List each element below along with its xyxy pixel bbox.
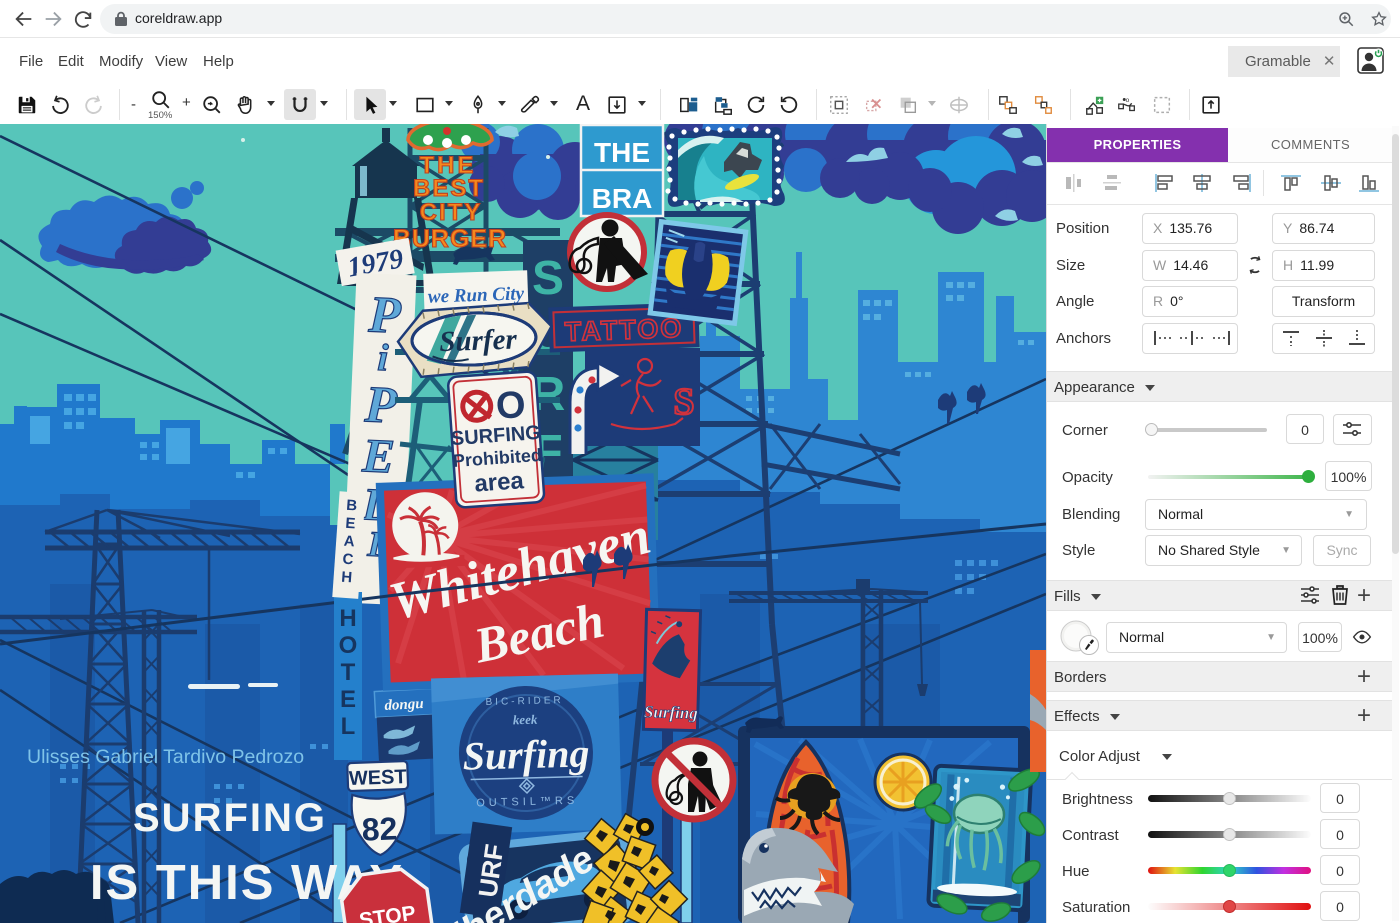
svg-text:Surfing: Surfing: [644, 702, 699, 722]
svg-text:BEST: BEST: [413, 175, 485, 202]
svg-text:E: E: [345, 515, 356, 533]
svg-text:C: C: [342, 551, 354, 569]
svg-text:BRA: BRA: [592, 183, 653, 214]
svg-text:dongu: dongu: [384, 696, 424, 714]
svg-text:Surfing: Surfing: [462, 730, 590, 778]
svg-text:P: P: [363, 376, 399, 434]
svg-text:Ulisses Gabriel Tardivo Pedroz: Ulisses Gabriel Tardivo Pedrozo: [27, 746, 304, 768]
svg-text:E: E: [340, 686, 356, 713]
svg-text:TATTOO: TATTOO: [564, 313, 683, 347]
svg-text:SURFING: SURFING: [133, 796, 327, 840]
svg-text:S: S: [673, 381, 694, 423]
svg-text:E: E: [360, 429, 395, 483]
svg-text:H: H: [339, 605, 356, 632]
svg-text:CITY: CITY: [420, 199, 483, 226]
svg-text:BIC-RIDER: BIC-RIDER: [485, 695, 563, 708]
svg-text:H: H: [341, 569, 353, 587]
svg-text:O: O: [495, 384, 527, 428]
svg-text:T: T: [341, 659, 356, 686]
svg-text:o: o: [1126, 97, 1130, 104]
svg-text:Surfer: Surfer: [439, 323, 518, 358]
svg-text:O: O: [339, 632, 358, 659]
svg-text:A: A: [343, 533, 355, 551]
svg-text:B: B: [346, 497, 358, 515]
svg-text:WEST: WEST: [348, 766, 407, 790]
svg-text:L: L: [341, 713, 356, 740]
svg-text:keek: keek: [513, 712, 538, 728]
svg-text:82: 82: [361, 810, 398, 847]
svg-text:S: S: [532, 252, 564, 305]
svg-text:P: P: [367, 286, 403, 344]
svg-text:THE: THE: [594, 137, 650, 168]
svg-text:area: area: [474, 467, 526, 497]
